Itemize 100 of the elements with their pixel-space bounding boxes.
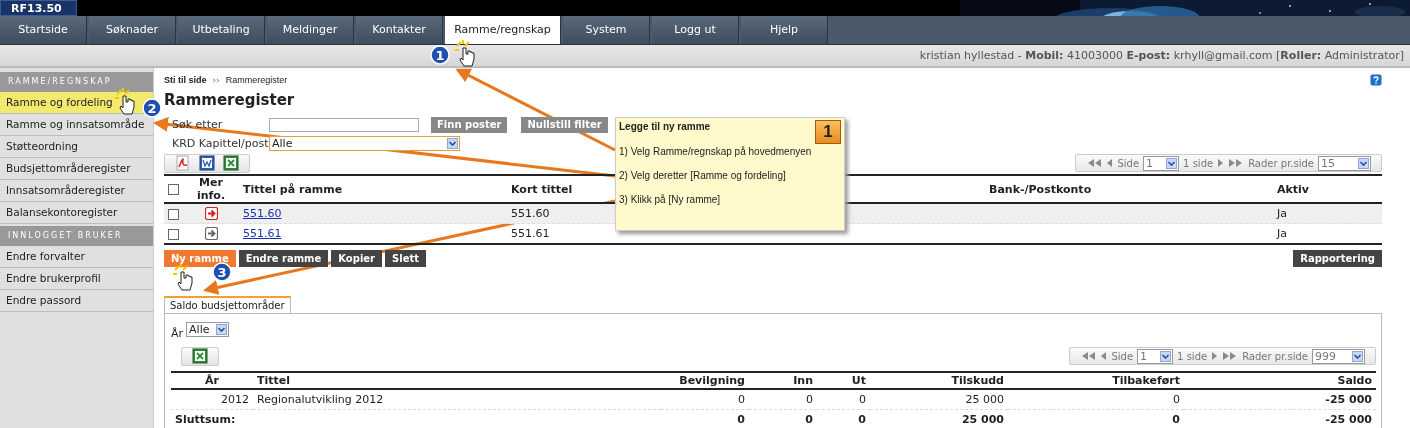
app-version: RF13.50 [0, 0, 77, 16]
table-cell: Ja [1277, 227, 1287, 240]
table-cell: Regionalutvikling 2012 [257, 393, 384, 406]
title-link[interactable]: 551.60 [243, 207, 282, 220]
dropdown-arrow-icon[interactable] [1352, 350, 1363, 362]
action-button[interactable]: Slett [385, 249, 426, 267]
table-cell: 2012 [221, 393, 249, 406]
table-cell: 0 [859, 393, 866, 406]
callout-title: Legge til ny ramme [619, 121, 712, 132]
chapter-select[interactable]: Alle [269, 136, 460, 151]
word-icon[interactable] [199, 155, 215, 171]
help-icon[interactable] [1370, 74, 1382, 86]
filter-button[interactable]: Nullstill filter [521, 116, 608, 133]
table-cell: 551.60 [511, 207, 550, 220]
table-cell: 0 [806, 393, 813, 406]
checkbox[interactable] [168, 208, 179, 220]
page-select[interactable]: 1 [1143, 155, 1180, 171]
title-link[interactable]: 551.61 [243, 227, 282, 240]
table-cell: 551.61 [511, 227, 550, 240]
page-count: 1 side [1177, 350, 1208, 362]
year-select[interactable]: Alle [186, 322, 230, 337]
column-header: Kort tittel [511, 182, 573, 196]
excel-icon[interactable] [223, 155, 239, 171]
table-cell: 0 [1173, 393, 1180, 406]
first-page-icon[interactable] [1086, 158, 1103, 168]
column-header: Bevilgning [679, 374, 745, 387]
nav-tab[interactable]: Søknader [89, 16, 176, 44]
nav-tab[interactable]: Logg ut [652, 16, 739, 44]
next-page-icon[interactable] [1217, 158, 1225, 168]
action-button[interactable]: Kopier [331, 249, 383, 267]
first-page-icon[interactable] [1080, 351, 1097, 361]
column-header: Tittel [257, 374, 291, 387]
dropdown-arrow-icon[interactable] [1160, 350, 1172, 362]
pdf-icon[interactable] [175, 155, 191, 171]
column-header: År [205, 374, 219, 387]
total-cell: -25 000 [1325, 413, 1372, 426]
previous-page-icon[interactable] [1106, 158, 1114, 168]
previous-page-icon[interactable] [1100, 351, 1108, 361]
action-button[interactable]: Endre ramme [238, 249, 329, 267]
user-info: kristian hyllestad - Mobil: 41003000 E-post: krhyll@gmail.com [Roller: Administrator] [919, 49, 1404, 62]
breadcrumb-label: Sti til side [164, 75, 207, 85]
step-marker: 1 [430, 45, 450, 65]
excel-icon[interactable] [192, 348, 208, 364]
panel-tab[interactable]: Saldo budsjettområder [164, 296, 291, 313]
callout-step: 2) Velg deretter [Ramme og fordeling] [619, 170, 841, 194]
column-header: Inn [793, 374, 813, 387]
nav-tab[interactable]: Utbetaling [178, 16, 265, 44]
rows-per-page-label: Rader pr.side [1248, 157, 1314, 169]
rows-per-page-select[interactable]: 999 [1312, 348, 1365, 364]
total-cell: 25 000 [961, 413, 1004, 426]
page-select[interactable]: 1 [1137, 348, 1174, 364]
callout-step: 1) Velg Ramme/regnskap på hovedmenyen [619, 146, 841, 170]
total-cell: Sluttsum: [175, 413, 236, 426]
page-label: Side [1117, 157, 1140, 169]
rows-per-page-label: Rader pr.side [1242, 350, 1308, 362]
nav-tab[interactable]: Meldinger [267, 16, 354, 44]
page-label: Side [1111, 350, 1134, 362]
checkbox[interactable] [168, 228, 179, 240]
arrow-right-icon[interactable] [204, 227, 218, 240]
sidebar-item[interactable]: Endre forvalter [0, 246, 153, 268]
column-header: Tilskudd [951, 374, 1004, 387]
nav-tab[interactable]: Startside [0, 16, 87, 44]
checkbox[interactable] [168, 184, 179, 195]
sidebar-item[interactable]: Endre brukerprofil [0, 268, 153, 290]
arrow-right-icon[interactable] [204, 207, 218, 220]
nav-tab[interactable]: System [563, 16, 650, 44]
breadcrumb-separator: ›› [212, 75, 220, 85]
total-cell: 0 [1172, 413, 1180, 426]
chapter-label: KRD Kapittel/post [172, 137, 269, 150]
callout-step: 3) Klikk på [Ny ramme] [619, 194, 841, 218]
nav-tab[interactable]: Kontakter [356, 16, 443, 44]
page-title: Rammeregister [164, 91, 296, 111]
search-field[interactable] [269, 117, 419, 132]
filter-button[interactable]: Finn poster [431, 116, 508, 133]
sidebar-item[interactable]: Endre passord [0, 290, 153, 312]
dropdown-arrow-icon[interactable] [216, 324, 228, 335]
column-header: Tilbakeført [1112, 374, 1180, 387]
breadcrumb-item: Rammeregister [225, 75, 288, 85]
column-header: Ut [851, 374, 866, 387]
dropdown-arrow-icon[interactable] [447, 138, 458, 149]
table-cell: -25 000 [1325, 393, 1372, 406]
column-header: Mer info. [196, 176, 226, 202]
report-button[interactable]: Rapportering [1293, 249, 1382, 267]
table-cell: Ja [1277, 207, 1287, 220]
dropdown-arrow-icon[interactable] [1358, 157, 1369, 169]
total-cell: 0 [805, 413, 813, 426]
next-page-icon[interactable] [1211, 351, 1219, 361]
sidebar-heading: INNLOGGET BRUKER [0, 226, 153, 246]
click-cursor-icon [454, 39, 475, 67]
total-cell: 0 [737, 413, 745, 426]
sidebar-item[interactable]: Støtteordning [0, 136, 153, 158]
dropdown-arrow-icon[interactable] [1166, 157, 1178, 169]
year-label: År [171, 327, 184, 340]
sidebar-item[interactable]: Balansekontoregister [0, 202, 153, 224]
sidebar-item[interactable]: Innsatsområderegister [0, 180, 153, 202]
column-header: Bank-/Postkonto [989, 182, 1092, 196]
sidebar-item[interactable]: Budsjettområderegister [0, 158, 153, 180]
rows-per-page-select[interactable]: 15 [1318, 155, 1371, 171]
nav-tab[interactable]: Hjelp [741, 16, 828, 44]
nav-tab[interactable]: Ramme/regnskap [445, 16, 561, 44]
